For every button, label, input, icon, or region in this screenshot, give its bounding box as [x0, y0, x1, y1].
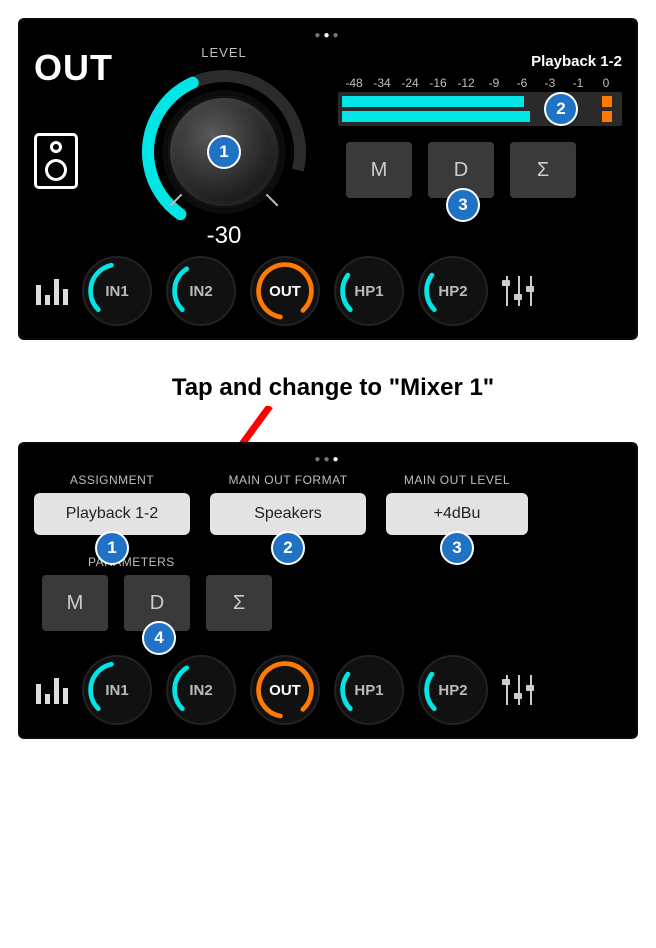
channel-nav: IN1 IN2 OUT HP1 HP2 [34, 655, 622, 725]
mono-button[interactable]: M [42, 575, 108, 631]
assignment-button[interactable]: Playback 1-2 [34, 493, 190, 535]
nav-in1[interactable]: IN1 [82, 256, 152, 326]
source-label: Playback 1-2 [338, 53, 622, 70]
levels-icon[interactable] [36, 277, 68, 305]
level-readout: -30 [207, 222, 242, 250]
assignment-label: ASSIGNMENT [70, 473, 154, 487]
output-main-panel: ●●● OUT LEVEL 1 -30 Playback 1-2 [18, 18, 638, 340]
outlevel-label: MAIN OUT LEVEL [404, 473, 510, 487]
level-label: LEVEL [201, 45, 246, 60]
parameters-label: PARAMETERS [88, 555, 622, 569]
callout-badge-1: 1 [207, 135, 241, 169]
nav-in1[interactable]: IN1 [82, 655, 152, 725]
callout-badge-2: 2 [544, 92, 578, 126]
channel-nav: IN1 IN2 OUT HP1 HP2 [34, 256, 622, 326]
annotation: Tap and change to "Mixer 1" [0, 374, 656, 402]
sliders-icon[interactable] [502, 276, 536, 306]
nav-hp2[interactable]: HP2 [418, 256, 488, 326]
meter-scale: -48-34-24 -16-12-9 -6-3-1 0 [338, 76, 622, 90]
outlevel-button[interactable]: +4dBu [386, 493, 528, 535]
nav-hp1[interactable]: HP1 [334, 655, 404, 725]
sliders-icon[interactable] [502, 675, 536, 705]
nav-hp2[interactable]: HP2 [418, 655, 488, 725]
level-meter: 2 [338, 92, 622, 126]
annotation-text: Tap and change to "Mixer 1" [10, 374, 656, 402]
levels-icon[interactable] [36, 676, 68, 704]
callout-badge-2: 2 [271, 531, 305, 565]
format-label: MAIN OUT FORMAT [228, 473, 347, 487]
callout-badge-3: 3 [446, 188, 480, 222]
nav-in2[interactable]: IN2 [166, 256, 236, 326]
output-settings-panel: ●●● ASSIGNMENT Playback 1-2 1 MAIN OUT F… [18, 442, 638, 739]
nav-out[interactable]: OUT [250, 256, 320, 326]
callout-badge-4: 4 [142, 621, 176, 655]
nav-in2[interactable]: IN2 [166, 655, 236, 725]
channel-title: OUT [34, 47, 113, 89]
sum-button[interactable]: Σ [510, 142, 576, 198]
level-knob[interactable]: LEVEL 1 -30 [124, 45, 324, 242]
sum-button[interactable]: Σ [206, 575, 272, 631]
format-button[interactable]: Speakers [210, 493, 366, 535]
nav-hp1[interactable]: HP1 [334, 256, 404, 326]
nav-out[interactable]: OUT [250, 655, 320, 725]
page-indicator: ●●● [34, 454, 622, 469]
callout-badge-1: 1 [95, 531, 129, 565]
mono-button[interactable]: M [346, 142, 412, 198]
callout-badge-3: 3 [440, 531, 474, 565]
page-indicator: ●●● [34, 30, 622, 45]
speaker-icon[interactable] [34, 133, 78, 189]
